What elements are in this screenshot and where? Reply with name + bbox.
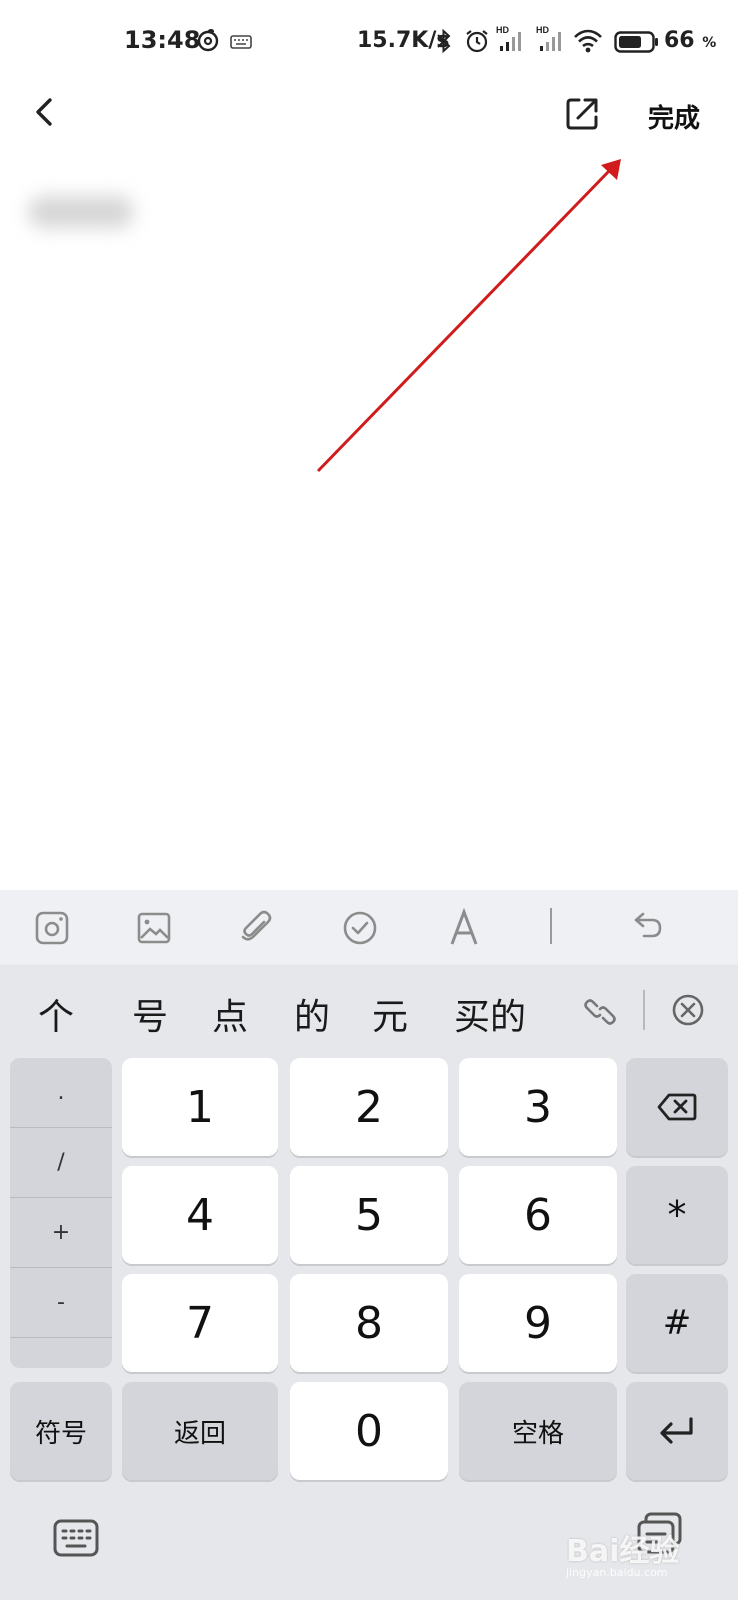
text-format-icon[interactable] bbox=[444, 907, 484, 948]
key-0[interactable]: 0 bbox=[290, 1382, 448, 1480]
key-6[interactable]: 6 bbox=[459, 1166, 617, 1264]
key-label: 1 bbox=[186, 1081, 214, 1133]
key-2[interactable]: 2 bbox=[290, 1058, 448, 1156]
key-4[interactable]: 4 bbox=[122, 1166, 278, 1264]
attachment-icon[interactable] bbox=[236, 908, 276, 948]
keyboard: 个 号 点 的 元 买的 . / + - 1 2 3 4 5 6 * 7 8 9… bbox=[0, 966, 738, 1600]
symbol-key[interactable]: + bbox=[10, 1198, 112, 1268]
checklist-icon[interactable] bbox=[340, 908, 380, 948]
key-label: 5 bbox=[355, 1189, 383, 1241]
key-label: 符号 bbox=[34, 1418, 87, 1449]
key-label: 8 bbox=[355, 1297, 383, 1349]
key-hash[interactable]: # bbox=[626, 1274, 728, 1372]
keyboard-switch-icon[interactable] bbox=[52, 1518, 100, 1558]
key-star[interactable]: * bbox=[626, 1166, 728, 1264]
key-label: 4 bbox=[186, 1189, 214, 1241]
symbol-key[interactable]: / bbox=[10, 1128, 112, 1198]
candidate-word[interactable]: 元 bbox=[372, 988, 408, 1040]
candidate-divider bbox=[643, 990, 645, 1030]
candidate-word[interactable]: 号 bbox=[132, 988, 168, 1040]
enter-icon bbox=[660, 1417, 693, 1444]
symbol-key[interactable]: . bbox=[10, 1058, 112, 1128]
space-key[interactable]: 空格 bbox=[459, 1382, 617, 1480]
key-label: * bbox=[667, 1193, 687, 1237]
enter-button[interactable] bbox=[626, 1382, 728, 1480]
key-8[interactable]: 8 bbox=[290, 1274, 448, 1372]
key-label: # bbox=[662, 1303, 692, 1343]
symbols-button[interactable]: 符号 bbox=[10, 1382, 112, 1480]
camera-icon[interactable] bbox=[32, 908, 72, 948]
image-icon[interactable] bbox=[134, 908, 174, 948]
key-label: 7 bbox=[186, 1297, 214, 1349]
back-key[interactable]: 返回 bbox=[122, 1382, 278, 1480]
key-label: 2 bbox=[355, 1081, 383, 1133]
key-label: 0 bbox=[355, 1405, 383, 1457]
key-label: 空格 bbox=[511, 1418, 564, 1449]
watermark-logo: Bai经验 bbox=[566, 1534, 680, 1569]
toolbar-divider bbox=[550, 908, 552, 944]
symbol-key[interactable]: - bbox=[10, 1268, 112, 1338]
key-9[interactable]: 9 bbox=[459, 1274, 617, 1372]
edit-toolbar bbox=[0, 890, 738, 966]
link-icon[interactable] bbox=[580, 992, 620, 1032]
key-3[interactable]: 3 bbox=[459, 1058, 617, 1156]
key-7[interactable]: 7 bbox=[122, 1274, 278, 1372]
key-label: 返回 bbox=[173, 1418, 226, 1449]
candidate-word[interactable]: 点 bbox=[212, 988, 248, 1040]
symbol-column: . / + - bbox=[10, 1058, 112, 1368]
backspace-button[interactable] bbox=[626, 1058, 728, 1156]
key-label: 6 bbox=[524, 1189, 552, 1241]
close-circle-icon[interactable] bbox=[670, 992, 706, 1028]
watermark-url: jingyan.baidu.com bbox=[566, 1566, 668, 1579]
candidate-word[interactable]: 买的 bbox=[454, 988, 526, 1040]
key-label: 3 bbox=[524, 1081, 552, 1133]
key-label: 9 bbox=[524, 1297, 552, 1349]
key-1[interactable]: 1 bbox=[122, 1058, 278, 1156]
candidate-word[interactable]: 个 bbox=[38, 988, 74, 1040]
key-5[interactable]: 5 bbox=[290, 1166, 448, 1264]
undo-icon[interactable] bbox=[626, 908, 666, 948]
backspace-icon bbox=[657, 1093, 697, 1121]
candidate-bar: 个 号 点 的 元 买的 bbox=[0, 966, 738, 1058]
annotation-arrow bbox=[316, 159, 621, 473]
candidate-word[interactable]: 的 bbox=[294, 988, 330, 1040]
